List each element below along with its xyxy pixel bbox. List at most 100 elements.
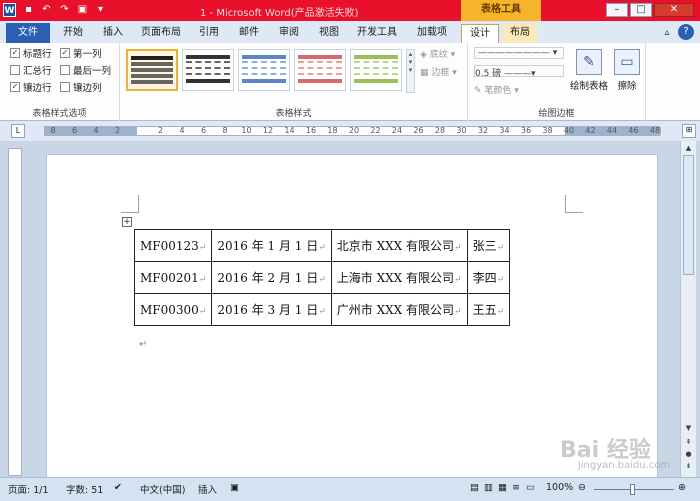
tab-insert[interactable]: 插入 (98, 24, 128, 43)
ruler-tick-label: 6 (71, 126, 78, 135)
table-cell[interactable]: 张三↵ (466, 229, 511, 262)
tab-review[interactable]: 审阅 (274, 24, 304, 43)
ruler-tick-label: 8 (50, 126, 56, 135)
help-icon[interactable]: ? (678, 24, 694, 40)
draw-table-button[interactable]: ✎ 绘制表格 (570, 49, 608, 92)
last-column-checkbox[interactable]: 最后一列 (60, 63, 111, 77)
proofing-icon[interactable]: ✔ (114, 482, 122, 493)
web-layout-icon[interactable]: ▦ (498, 482, 507, 493)
ribbon: ✓ 标题行 ✓ 第一列 汇总行 最后一列 ✓ 镶边行 镶边列 表格样式选项 ▴ ▾ ▾ ◈… (0, 43, 700, 121)
checked-icon: ✓ (10, 48, 20, 58)
table-style-grid[interactable] (126, 49, 178, 91)
table-style-green[interactable] (350, 49, 402, 91)
save-icon[interactable]: ▪ (22, 3, 35, 17)
minimize-button[interactable]: – (606, 3, 628, 17)
tab-references[interactable]: 引用 (194, 24, 224, 43)
cell-text: MF00201 (140, 270, 199, 285)
table-cell[interactable]: 上海市 XXX 有限公司↵ (330, 261, 468, 294)
table-style-plain[interactable] (182, 49, 234, 91)
table-style-red[interactable] (294, 49, 346, 91)
redo-icon[interactable]: ↷ (58, 3, 71, 17)
table-cell[interactable]: MF00201↵ (133, 261, 213, 294)
ruler-tick-label: 20 (348, 126, 360, 135)
table-cell[interactable]: MF00300↵ (133, 293, 213, 326)
zoom-level[interactable]: 100% (546, 482, 573, 493)
word-count[interactable]: 字数: 51 (66, 482, 103, 496)
cell-end-mark: ↵ (454, 275, 462, 285)
tab-layout[interactable]: 布局 (503, 24, 537, 43)
pen-weight-dropdown[interactable]: 0.5 磅 ———▾ (474, 65, 564, 79)
next-page-icon[interactable]: ⇟ (683, 461, 694, 472)
styles-gallery-scroll[interactable]: ▴ ▾ ▾ (406, 49, 415, 93)
ruler-tick-label: 8 (222, 126, 228, 135)
tab-page-layout[interactable]: 页面布局 (138, 24, 184, 43)
scroll-down-icon[interactable]: ▼ (683, 423, 694, 434)
cell-text: 李四 (472, 271, 497, 285)
scroll-up-icon[interactable]: ▲ (683, 143, 694, 154)
tab-addins[interactable]: 加载项 (412, 24, 452, 43)
previous-page-icon[interactable]: ⇞ (683, 437, 694, 448)
tab-design[interactable]: 设计 (461, 24, 499, 43)
tab-home[interactable]: 开始 (58, 24, 88, 43)
banded-columns-checkbox[interactable]: 镶边列 (60, 80, 102, 94)
table-cell[interactable]: 北京市 XXX 有限公司↵ (330, 229, 468, 262)
vertical-scrollbar[interactable]: ▲ ▼ ⇞ ● ⇟ (680, 141, 696, 477)
zoom-out-icon[interactable]: ⊖ (578, 482, 586, 493)
pen-style-dropdown[interactable]: ———————— ▾ (474, 47, 564, 59)
scroll-thumb[interactable] (683, 155, 694, 275)
full-screen-reading-icon[interactable]: ▥ (484, 482, 493, 493)
eraser-button[interactable]: ▭ 擦除 (612, 49, 642, 92)
header-row-checkbox[interactable]: ✓ 标题行 (10, 46, 52, 60)
total-row-checkbox[interactable]: 汇总行 (10, 63, 52, 77)
cell-text: MF00300 (140, 302, 199, 317)
draft-icon[interactable]: ▭ (526, 482, 535, 493)
zoom-in-icon[interactable]: ⊕ (678, 482, 686, 493)
table-row[interactable]: MF00300↵ 2016 年 3 月 1 日↵ 广州市 XXX 有限公司↵ 王五↵ (133, 293, 511, 326)
browse-object-icon[interactable]: ● (683, 449, 694, 460)
ruler-tick-label: 18 (327, 126, 338, 135)
table-row[interactable]: MF00201↵ 2016 年 2 月 1 日↵ 上海市 XXX 有限公司↵ 李四↵ (133, 261, 511, 294)
view-ruler-icon[interactable]: ⊞ (682, 124, 696, 138)
close-button[interactable]: ✕ (654, 3, 694, 17)
first-column-checkbox[interactable]: ✓ 第一列 (60, 46, 102, 60)
table-cell[interactable]: 2016 年 3 月 1 日↵ (211, 293, 332, 326)
zoom-slider-thumb[interactable] (630, 484, 635, 495)
undo-icon[interactable]: ↶ (40, 3, 53, 17)
page-count[interactable]: 页面: 1/1 (8, 482, 49, 496)
tab-file[interactable]: 文件 (6, 23, 50, 43)
ruler-track[interactable]: 8 6 4 2 2 4 6 8 10 12 14 16 18 20 22 24 26 28 30 32 34 36 38 40… (44, 126, 661, 136)
customize-quick-access-icon[interactable]: ▾ (94, 3, 107, 17)
cell-text: 广州市 XXX 有限公司 (336, 303, 455, 317)
tab-mailings[interactable]: 邮件 (234, 24, 264, 43)
table-cell[interactable]: 广州市 XXX 有限公司↵ (330, 293, 468, 326)
data-table[interactable]: MF00123↵ 2016 年 1 月 1 日↵ 北京市 XXX 有限公司↵ 张三↵ M… (133, 229, 511, 326)
table-cell[interactable]: 李四↵ (466, 261, 511, 294)
table-cell[interactable]: MF00123↵ (133, 229, 213, 262)
table-cell[interactable]: 2016 年 1 月 1 日↵ (211, 229, 332, 262)
ruler-tick-label: 34 (499, 126, 510, 135)
shading-button[interactable]: ◈ 底纹 ▾ (420, 47, 455, 60)
print-layout-icon[interactable]: ▤ (470, 482, 479, 493)
word-logo-icon[interactable]: W (3, 3, 16, 17)
table-cell[interactable]: 王五↵ (466, 293, 511, 326)
tab-developer[interactable]: 开发工具 (354, 24, 400, 43)
macro-record-icon[interactable]: ▣ (230, 482, 239, 493)
pen-color-button[interactable]: ✎ 笔颜色 ▾ (474, 83, 519, 96)
table-cell[interactable]: 2016 年 2 月 1 日↵ (211, 261, 332, 294)
horizontal-ruler: L 8 6 4 2 2 4 6 8 10 12 14 16 18 20 22 24 26 28 30 32 34 36 38… (0, 121, 700, 141)
minimize-ribbon-icon[interactable]: ▵ (660, 24, 674, 43)
maximize-button[interactable]: □ (630, 3, 652, 17)
tab-view[interactable]: 视图 (314, 24, 344, 43)
borders-button[interactable]: ▦ 边框 ▾ (420, 65, 457, 78)
language-indicator[interactable]: 中文(中国) (140, 482, 185, 496)
table-move-handle[interactable]: + (122, 217, 132, 227)
ruler-tick-label: 24 (391, 126, 403, 135)
tab-selector-icon[interactable]: L (11, 124, 25, 138)
insert-mode[interactable]: 插入 (198, 482, 217, 496)
table-row[interactable]: MF00123↵ 2016 年 1 月 1 日↵ 北京市 XXX 有限公司↵ 张三↵ (133, 229, 511, 262)
checked-icon: ✓ (60, 48, 70, 58)
table-style-blue[interactable] (238, 49, 290, 91)
outline-icon[interactable]: ≡ (512, 482, 520, 493)
print-preview-icon[interactable]: ▣ (76, 3, 89, 17)
banded-rows-checkbox[interactable]: ✓ 镶边行 (10, 80, 52, 94)
